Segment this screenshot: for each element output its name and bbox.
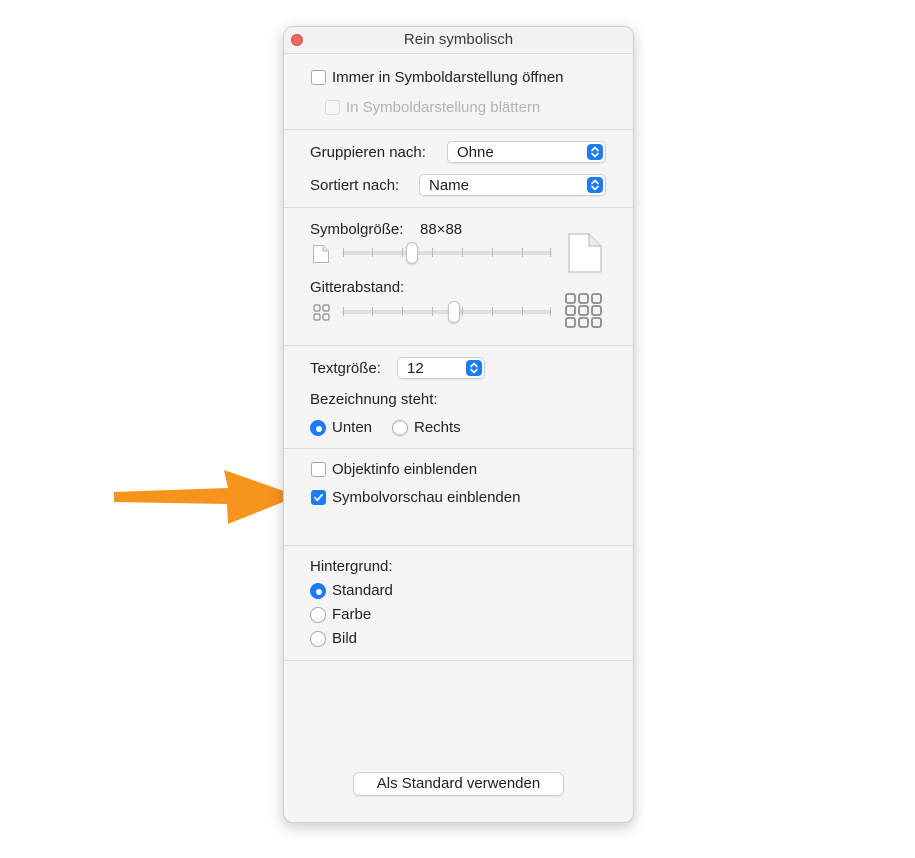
grid-spacing-label: Gitterabstand: — [310, 279, 405, 296]
view-options-window: Rein symbolisch Immer in Symboldarstellu… — [283, 26, 634, 823]
grid-spacing-slider[interactable] — [342, 300, 552, 324]
background-standard-radio[interactable] — [310, 583, 326, 599]
slider-tick — [343, 307, 344, 316]
icon-size-label: Symbolgröße: — [310, 221, 404, 238]
icon-size-slider[interactable] — [342, 241, 552, 265]
slider-tick — [462, 248, 463, 257]
group-by-label: Gruppieren nach: — [310, 144, 426, 161]
slider-tick — [550, 307, 551, 316]
sort-by-popup[interactable]: Name — [419, 174, 606, 196]
label-bottom-label: Unten — [332, 419, 373, 436]
popup-stepper-icon — [466, 360, 482, 376]
large-grid-icon — [565, 293, 602, 328]
background-color-label: Farbe — [332, 606, 372, 623]
divider — [284, 660, 633, 661]
slider-tick — [372, 307, 373, 316]
browse-icon-view-checkbox[interactable] — [325, 100, 340, 115]
grid-spacing-slider-thumb[interactable] — [448, 301, 460, 323]
background-picture-radio[interactable] — [310, 631, 326, 647]
divider — [284, 448, 633, 449]
label-position-label: Bezeichnung steht: — [310, 391, 438, 408]
slider-tick — [343, 248, 344, 257]
show-icon-preview-checkbox[interactable] — [311, 490, 326, 505]
slider-tick — [432, 248, 433, 257]
show-item-info-checkbox[interactable] — [311, 462, 326, 477]
background-standard-label: Standard — [332, 582, 393, 599]
show-item-info-label: Objektinfo einblenden — [332, 461, 478, 478]
slider-tick — [550, 248, 551, 257]
slider-tick — [432, 307, 433, 316]
label-right-label: Rechts — [414, 419, 461, 436]
slider-tick — [462, 307, 463, 316]
icon-size-value: 88×88 — [420, 221, 463, 238]
slider-tick — [492, 248, 493, 257]
slider-track — [342, 310, 552, 314]
background-color-radio[interactable] — [310, 607, 326, 623]
always-open-icon-view-checkbox[interactable] — [311, 70, 326, 85]
slider-tick — [522, 307, 523, 316]
popup-stepper-icon — [587, 144, 603, 160]
label-right-radio[interactable] — [392, 420, 408, 436]
background-label: Hintergrund: — [310, 558, 393, 575]
group-by-value: Ohne — [457, 144, 494, 161]
divider — [284, 129, 633, 130]
divider — [284, 345, 633, 346]
text-size-label: Textgröße: — [310, 360, 381, 377]
checkmark-icon — [314, 493, 323, 502]
text-size-value: 12 — [407, 360, 424, 377]
window-title: Rein symbolisch — [403, 31, 514, 48]
popup-stepper-icon — [587, 177, 603, 193]
slider-track — [342, 251, 552, 255]
sort-by-value: Name — [429, 177, 470, 194]
slider-tick — [402, 307, 403, 316]
slider-tick — [492, 307, 493, 316]
label-bottom-radio[interactable] — [310, 420, 326, 436]
large-document-icon — [568, 233, 602, 273]
slider-tick — [522, 248, 523, 257]
icon-size-slider-thumb[interactable] — [406, 242, 418, 264]
text-size-popup[interactable]: 12 — [397, 357, 485, 379]
use-as-defaults-button[interactable]: Als Standard verwenden — [353, 772, 564, 796]
slider-tick — [372, 248, 373, 257]
orange-arrow-annotation — [114, 470, 298, 524]
background-picture-label: Bild — [332, 630, 358, 647]
show-icon-preview-label: Symbolvorschau einblenden — [332, 489, 521, 506]
small-grid-icon — [313, 304, 330, 321]
always-open-icon-view-label: Immer in Symboldarstellung öffnen — [332, 69, 564, 86]
group-by-popup[interactable]: Ohne — [447, 141, 606, 163]
divider — [284, 207, 633, 208]
divider — [284, 545, 633, 546]
slider-tick — [402, 248, 403, 257]
browse-icon-view-label: In Symboldarstellung blättern — [346, 99, 541, 116]
sort-by-label: Sortiert nach: — [310, 177, 400, 194]
small-document-icon — [313, 245, 329, 263]
